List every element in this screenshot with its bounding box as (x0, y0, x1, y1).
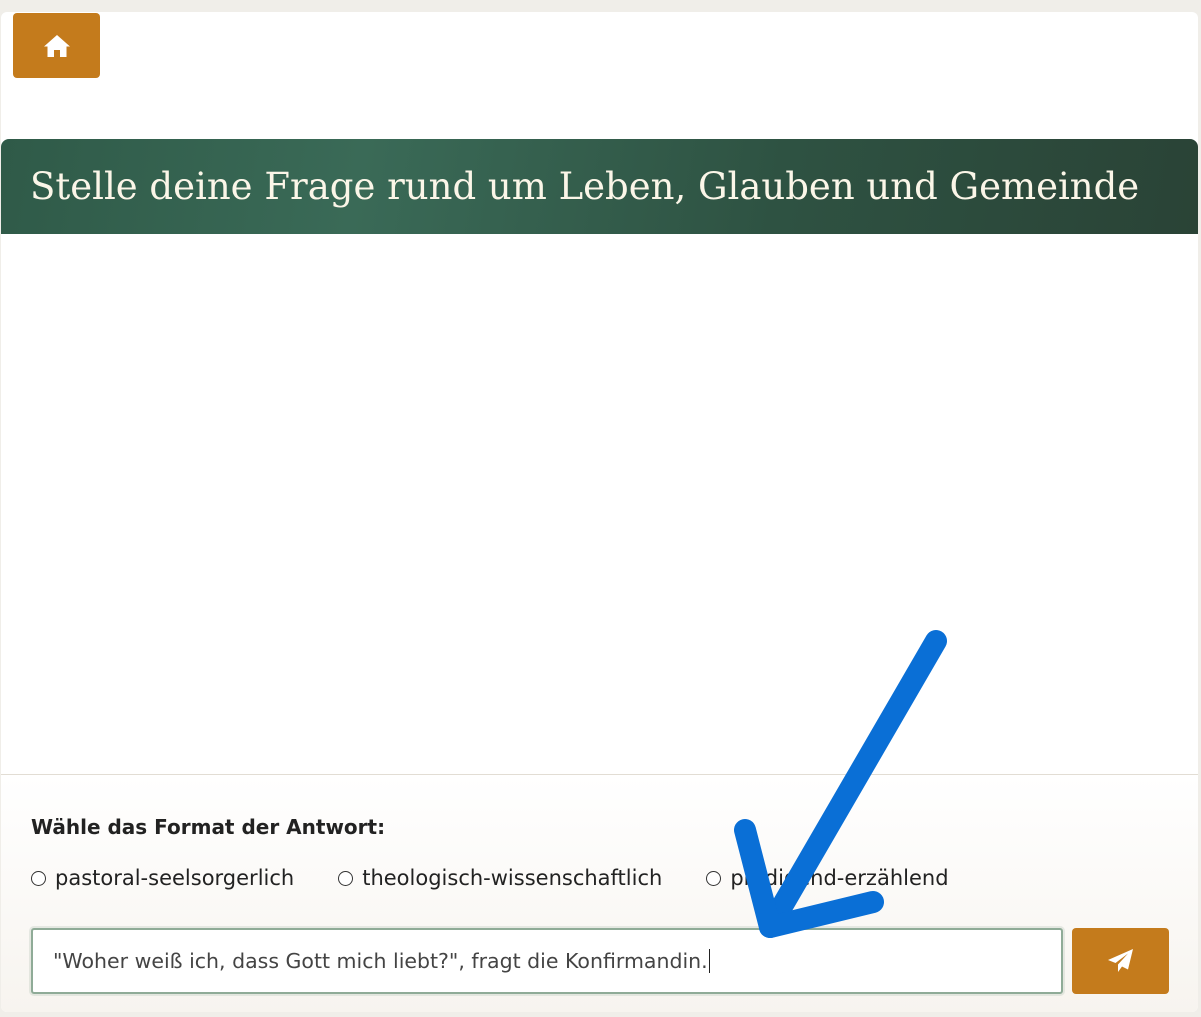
format-option-label: predigend-erzählend (730, 866, 949, 890)
format-option-predigend[interactable]: predigend-erzählend (706, 866, 949, 890)
home-button[interactable] (13, 13, 100, 78)
home-icon (43, 34, 70, 57)
radio-button[interactable] (338, 870, 354, 886)
paper-plane-icon (1107, 949, 1133, 972)
format-radio-group: pastoral-seelsorgerlich theologisch-wiss… (31, 863, 993, 893)
format-option-pastoral[interactable]: pastoral-seelsorgerlich (31, 866, 294, 890)
title-banner: Stelle deine Frage rund um Leben, Glaube… (1, 139, 1198, 234)
chat-messages-area (1, 234, 1198, 774)
format-option-label: pastoral-seelsorgerlich (55, 866, 295, 890)
send-button[interactable] (1072, 928, 1169, 994)
text-caret (708, 949, 711, 973)
radio-button[interactable] (706, 870, 722, 886)
radio-button[interactable] (31, 870, 46, 886)
question-input[interactable]: "Woher weiß ich, dass Gott mich liebt?",… (31, 928, 1063, 994)
chat-card: Stelle deine Frage rund um Leben, Glaube… (1, 12, 1198, 1012)
format-option-theologisch[interactable]: theologisch-wissenschaftlich (338, 866, 662, 890)
format-option-label: theologisch-wissenschaftlich (362, 866, 663, 890)
input-panel: Wähle das Format der Antwort: pastoral-s… (1, 774, 1198, 1012)
page-title: Stelle deine Frage rund um Leben, Glaube… (30, 165, 1140, 208)
question-input-value: "Woher weiß ich, dass Gott mich liebt?",… (53, 949, 708, 973)
format-label: Wähle das Format der Antwort: (31, 815, 386, 839)
